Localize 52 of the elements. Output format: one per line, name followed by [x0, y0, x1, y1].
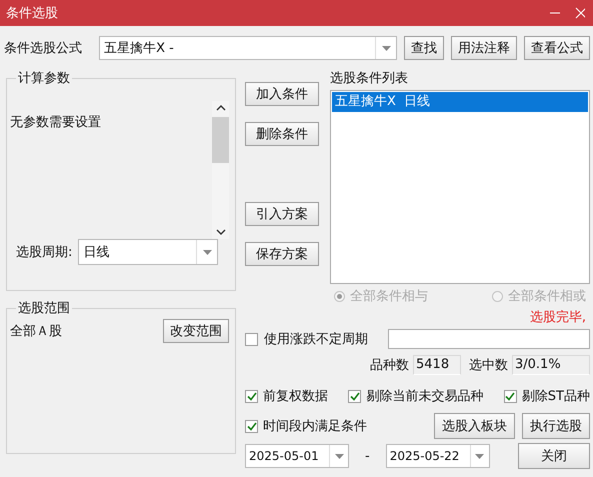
list-title: 选股条件列表 [330, 70, 409, 87]
checkbox-label: 剔除当前未交易品种 [366, 388, 484, 405]
checkbox[interactable] [245, 420, 258, 432]
count-label: 选中数 [469, 357, 508, 374]
scrollbar[interactable] [212, 101, 229, 239]
checkbox-label: 前复权数据 [263, 388, 328, 405]
dropdown-icon [202, 250, 212, 254]
group-title: 选股范围 [17, 300, 71, 317]
scroll-down-icon[interactable] [216, 229, 226, 235]
count-label: 品种数 [370, 357, 409, 374]
scroll-thumb[interactable] [212, 117, 229, 163]
radio-label: 全部条件相或 [508, 288, 586, 305]
checkbox-label: 剔除ST品种 [522, 388, 590, 405]
group-title: 计算参数 [17, 70, 71, 87]
checkbox-label: 时间段内满足条件 [263, 418, 367, 435]
action-button[interactable]: 保存方案 [245, 242, 319, 266]
window-title: 条件选股 [6, 5, 59, 22]
list-item[interactable]: 五星擒牛X 日线 [332, 92, 588, 112]
radio-label: 全部条件相与 [350, 288, 428, 305]
period-label: 选股周期: [16, 244, 72, 261]
period-input-field[interactable] [388, 329, 590, 349]
formula-label: 条件选股公式 [4, 40, 83, 57]
action-button[interactable]: 删除条件 [245, 122, 319, 146]
checkbox[interactable] [245, 390, 258, 402]
checkbox[interactable] [245, 332, 258, 346]
toolbar-button[interactable]: 用法注释 [451, 36, 517, 60]
params-message: 无参数需要设置 [10, 114, 102, 132]
formula-combo[interactable]: 五星擒牛X - [99, 36, 397, 60]
close-icon[interactable] [575, 7, 585, 19]
date-separator: - [365, 448, 370, 464]
dropdown-icon [334, 454, 344, 458]
toolbar-button[interactable]: 查找 [404, 36, 444, 60]
dropdown-icon [475, 454, 484, 458]
run-button[interactable]: 执行选股 [522, 413, 590, 439]
end-date-field[interactable]: 2025-05-22 [386, 444, 490, 468]
count-field: 5418 [413, 355, 461, 375]
action-button[interactable]: 引入方案 [245, 202, 319, 226]
change-scope-button[interactable]: 改变范围 [163, 319, 229, 343]
checkbox[interactable] [348, 390, 362, 402]
action-button[interactable]: 加入条件 [245, 82, 319, 106]
scroll-up-icon[interactable] [216, 105, 226, 111]
status-message: 选股完毕, [530, 310, 586, 325]
close-button[interactable]: 关闭 [518, 443, 590, 469]
dropdown-icon [382, 46, 390, 50]
period-combo[interactable]: 日线 [78, 239, 218, 265]
checkbox[interactable] [504, 390, 517, 402]
start-date-field[interactable]: 2025-05-01 [245, 444, 349, 468]
scope-value: 全部Ａ股 [10, 323, 62, 340]
count-field: 3/0.1% [512, 355, 590, 375]
add-to-block-button[interactable]: 选股入板块 [434, 413, 515, 439]
toolbar-button[interactable]: 查看公式 [524, 36, 590, 60]
checkbox-label: 使用涨跌不定周期 [264, 331, 368, 348]
